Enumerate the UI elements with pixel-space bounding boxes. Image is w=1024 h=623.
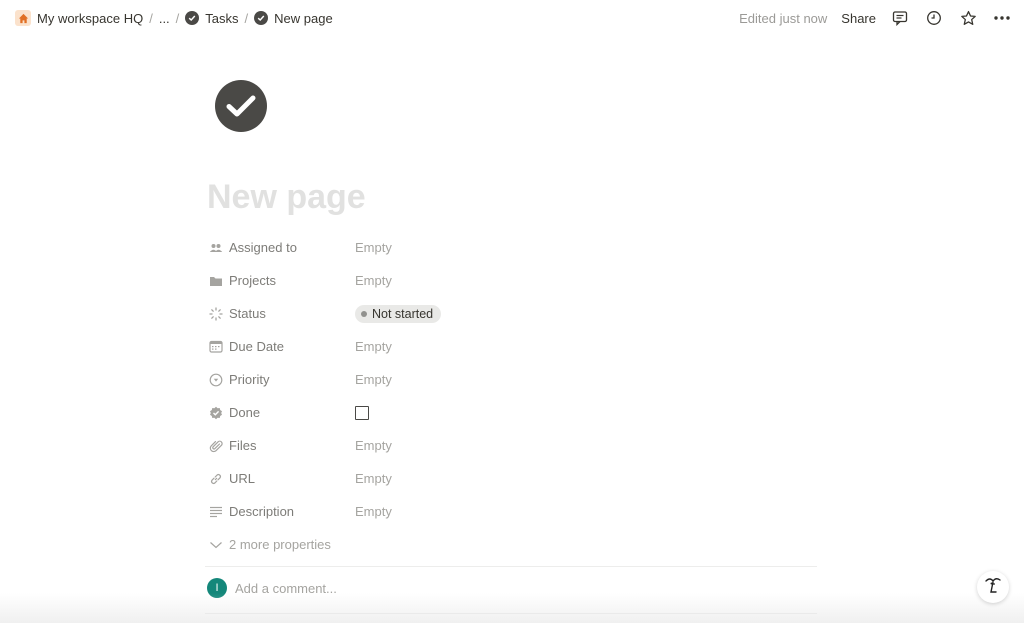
palm-tree-icon <box>983 575 1003 600</box>
property-label: Status <box>207 306 355 321</box>
property-name: Projects <box>229 273 276 288</box>
property-value[interactable]: Empty <box>355 504 392 519</box>
text-lines-icon <box>209 505 223 519</box>
property-name: Done <box>229 405 261 420</box>
more-properties-row: 2 more properties <box>207 528 817 561</box>
bottom-shade <box>0 593 1024 623</box>
property-name: Priority <box>229 372 270 387</box>
select-circle-icon <box>209 373 223 387</box>
status-pill[interactable]: Not started <box>355 304 442 323</box>
breadcrumb: My workspace HQ / ... / Tasks / New page <box>12 8 336 28</box>
home-icon <box>15 10 31 26</box>
help-button[interactable] <box>977 571 1009 603</box>
property-files[interactable]: Files Empty <box>207 429 817 462</box>
avatar: I <box>207 578 227 598</box>
property-value[interactable]: Empty <box>355 240 392 255</box>
breadcrumb-tasks[interactable]: Tasks <box>182 9 241 28</box>
divider <box>205 566 817 567</box>
comment-icon[interactable] <box>890 8 910 28</box>
property-name: Status <box>229 306 266 321</box>
property-value[interactable]: Empty <box>355 273 392 288</box>
property-value[interactable]: Empty <box>355 471 392 486</box>
breadcrumb-ellipsis[interactable]: ... <box>156 9 173 28</box>
property-name: Description <box>229 504 295 519</box>
breadcrumb-separator: / <box>175 10 180 26</box>
property-value[interactable]: Empty <box>355 372 392 387</box>
breadcrumb-ellipsis-label: ... <box>158 10 170 26</box>
people-icon <box>209 241 223 255</box>
breadcrumb-separator: / <box>149 10 153 26</box>
property-label: Description <box>207 504 355 519</box>
topbar: My workspace HQ / ... / Tasks / New page… <box>0 0 1024 36</box>
breadcrumb-separator: / <box>244 10 249 26</box>
breadcrumb-current-label: New page <box>274 10 333 26</box>
folder-icon <box>209 274 223 288</box>
property-status[interactable]: Status Not started <box>207 297 817 330</box>
breadcrumb-tasks-label: Tasks <box>205 10 239 26</box>
property-name: Assigned to <box>229 240 297 255</box>
property-projects[interactable]: Projects Empty <box>207 264 817 297</box>
more-icon[interactable] <box>992 8 1012 28</box>
edited-status: Edited just now <box>739 10 828 26</box>
property-name: Files <box>229 438 257 453</box>
status-label: Not started <box>372 306 434 321</box>
property-description[interactable]: Description Empty <box>207 495 817 528</box>
property-label: Done <box>207 405 355 420</box>
property-label: Assigned to <box>207 240 355 255</box>
history-clock-icon[interactable] <box>924 8 944 28</box>
comment-row[interactable]: I Add a comment... <box>207 578 337 598</box>
property-name: URL <box>229 471 256 486</box>
property-due-date[interactable]: Due Date Empty <box>207 330 817 363</box>
check-circle-icon <box>254 11 269 25</box>
property-done[interactable]: Done <box>207 396 817 429</box>
property-assigned-to[interactable]: Assigned to Empty <box>207 231 817 264</box>
chevron-down-icon <box>209 538 223 552</box>
done-checkbox[interactable] <box>355 405 369 420</box>
breadcrumb-current-page[interactable]: New page <box>251 9 336 28</box>
property-url[interactable]: URL Empty <box>207 462 817 495</box>
divider <box>205 613 817 614</box>
property-value[interactable]: Empty <box>355 438 392 453</box>
property-value[interactable]: Empty <box>355 339 392 354</box>
property-priority[interactable]: Priority Empty <box>207 363 817 396</box>
property-label: URL <box>207 471 355 486</box>
check-circle-icon <box>185 11 200 25</box>
share-button[interactable]: Share <box>841 11 876 26</box>
property-label: Due Date <box>207 339 355 354</box>
more-properties-toggle[interactable]: 2 more properties <box>207 537 331 552</box>
page-title[interactable]: New page <box>207 178 366 217</box>
badge-check-icon <box>209 406 223 420</box>
star-icon[interactable] <box>958 8 978 28</box>
status-spinner-icon <box>209 306 223 321</box>
properties-list: Assigned to Empty Projects Empty Status <box>207 231 817 561</box>
more-properties-label: 2 more properties <box>229 537 331 552</box>
link-icon <box>209 472 223 486</box>
breadcrumb-workspace[interactable]: My workspace HQ <box>12 8 146 28</box>
property-label: Priority <box>207 372 355 387</box>
property-label: Projects <box>207 273 355 288</box>
calendar-icon <box>209 340 223 354</box>
comment-input[interactable]: Add a comment... <box>235 581 337 596</box>
paperclip-icon <box>209 439 223 453</box>
property-name: Due Date <box>229 339 284 354</box>
top-actions: Edited just now Share <box>739 8 1012 28</box>
page-icon-check-circle-icon[interactable] <box>215 80 267 132</box>
breadcrumb-workspace-label: My workspace HQ <box>37 10 144 26</box>
property-label: Files <box>207 438 355 453</box>
status-dot <box>361 310 367 317</box>
